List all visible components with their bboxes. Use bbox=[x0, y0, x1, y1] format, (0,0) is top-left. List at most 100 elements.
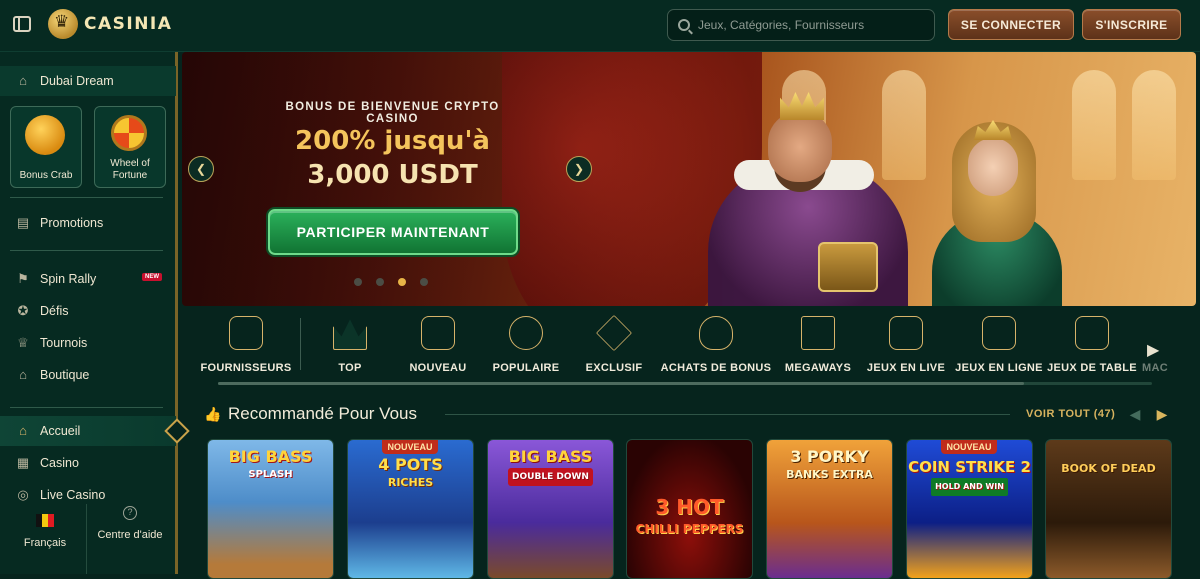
category-nouveau[interactable]: NOUVEAU bbox=[388, 316, 488, 374]
game-card-big-bass-double-down[interactable]: BIG BASS DOUBLE DOWN bbox=[487, 439, 614, 579]
carousel-dot[interactable] bbox=[376, 278, 384, 286]
new-badge: NOUVEAU bbox=[382, 440, 438, 454]
banner-title-line2: 3,000 USDT bbox=[307, 160, 478, 190]
sidebar-item-label: Promotions bbox=[40, 216, 104, 230]
game-card-3-hot-chilli-peppers[interactable]: 3 HOT CHILLI PEPPERS bbox=[626, 439, 753, 579]
language-label: Français bbox=[23, 537, 67, 549]
game-title: 3 HOT bbox=[655, 495, 724, 519]
chevron-right-icon[interactable]: ❯ bbox=[566, 156, 592, 182]
game-subtitle: DOUBLE DOWN bbox=[508, 468, 593, 486]
game-card-big-bass-splash[interactable]: BIG BASS SPLASH bbox=[207, 439, 334, 579]
search-box[interactable] bbox=[667, 9, 935, 41]
new-chest-icon bbox=[421, 316, 455, 350]
category-label: TOP bbox=[338, 362, 362, 374]
sidebar-item-promotions[interactable]: ▤ Promotions bbox=[0, 208, 176, 238]
sidebar-footer: Français ? Centre d'aide bbox=[0, 504, 176, 574]
participate-now-button[interactable]: PARTICIPER MAINTENANT bbox=[268, 209, 518, 255]
category-exclusif[interactable]: EXCLUSIF bbox=[564, 314, 664, 374]
table-cards-icon bbox=[1075, 316, 1109, 350]
crown-logo-icon bbox=[48, 9, 78, 39]
game-card-book-of-dead[interactable]: BOOK OF DEAD bbox=[1045, 439, 1172, 579]
sidebar-item-accueil[interactable]: ⌂ Accueil bbox=[0, 416, 176, 446]
sidebar-item-label: Spin Rally bbox=[40, 272, 97, 286]
divider bbox=[10, 407, 163, 408]
chip-icon bbox=[509, 316, 543, 350]
game-card-3-porky-banks-extra[interactable]: 3 PORKY BANKS EXTRA bbox=[766, 439, 893, 579]
live-cards-icon bbox=[889, 316, 923, 350]
logo[interactable]: CASINIA bbox=[48, 9, 172, 39]
shop-icon: ⌂ bbox=[19, 367, 27, 382]
sidebar-item-label: Casino bbox=[40, 456, 79, 470]
game-card-4-pots-riches[interactable]: NOUVEAU 4 POTS RICHES bbox=[347, 439, 474, 579]
game-title: 4 POTS bbox=[378, 455, 443, 474]
carousel-dot[interactable] bbox=[354, 278, 362, 286]
game-subtitle: BANKS EXTRA bbox=[786, 468, 873, 481]
sidebar-item-label: Boutique bbox=[40, 368, 90, 382]
megaways-icon bbox=[801, 316, 835, 350]
gift-icon: ▤ bbox=[16, 215, 30, 230]
divider bbox=[10, 197, 163, 198]
sidebar-item-casino[interactable]: ▦ Casino bbox=[0, 448, 176, 478]
category-top[interactable]: TOP bbox=[300, 316, 400, 374]
game-subtitle: CHILLI PEPPERS bbox=[635, 522, 744, 536]
game-title: 3 PORKY bbox=[790, 447, 869, 466]
carousel-dot[interactable] bbox=[420, 278, 428, 286]
category-label: MEGAWAYS bbox=[784, 362, 852, 374]
scrollbar-thumb[interactable] bbox=[218, 382, 1024, 385]
sidebar-item-spin-rally[interactable]: ⚑ Spin Rally NEW bbox=[0, 264, 176, 294]
category-jeux-de-table[interactable]: JEUX DE TABLE bbox=[1042, 316, 1142, 374]
sidebar-toggle-icon[interactable] bbox=[13, 16, 31, 32]
top-header: CASINIA SE CONNECTER S'INSCRIRE bbox=[0, 0, 1200, 52]
carousel-dot-active[interactable] bbox=[398, 278, 406, 286]
language-selector[interactable]: Français bbox=[10, 514, 80, 549]
casino-icon: ▦ bbox=[16, 455, 30, 470]
game-title: BOOK OF DEAD bbox=[1061, 462, 1156, 475]
tile-bonus-crab[interactable]: Bonus Crab bbox=[10, 106, 82, 188]
promo-banner[interactable]: BONUS DE BIENVENUE CRYPTO CASINO 200% ju… bbox=[182, 52, 1196, 306]
category-achats-de-bonus[interactable]: ACHATS DE BONUS bbox=[658, 316, 774, 374]
help-label: Centre d'aide bbox=[97, 529, 163, 541]
sidebar-item-defis[interactable]: ✪ Défis bbox=[0, 296, 176, 326]
section-title-text: Recommandé Pour Vous bbox=[228, 404, 417, 423]
divider bbox=[445, 414, 1010, 415]
queen-illustration bbox=[922, 102, 1072, 306]
window-decoration bbox=[1072, 70, 1116, 180]
game-card-coin-strike-2[interactable]: NOUVEAU COIN STRIKE 2 HOLD AND WIN bbox=[906, 439, 1033, 579]
sidebar: ⌂ Dubai Dream Bonus Crab Wheel of Fortun… bbox=[0, 52, 178, 574]
sidebar-item-tournois[interactable]: ♕ Tournois bbox=[0, 328, 176, 358]
thumbs-up-icon: 👍 bbox=[204, 406, 222, 422]
scroll-right-icon[interactable]: ▶ bbox=[1147, 340, 1159, 360]
category-label: JEUX EN LIVE bbox=[866, 362, 946, 374]
help-icon: ? bbox=[123, 506, 137, 520]
scroll-icon bbox=[229, 316, 263, 350]
home-icon: ⌂ bbox=[19, 423, 27, 438]
category-bar: FOURNISSEURS TOP NOUVEAU POPULAIRE EXCLU… bbox=[182, 310, 1196, 390]
chevron-left-icon[interactable]: ❮ bbox=[188, 156, 214, 182]
sidebar-item-boutique[interactable]: ⌂ Boutique bbox=[0, 360, 176, 390]
category-populaire[interactable]: POPULAIRE bbox=[476, 316, 576, 374]
help-center-link[interactable]: ? Centre d'aide bbox=[95, 506, 165, 542]
wheel-icon bbox=[111, 115, 147, 151]
sidebar-item-dubai-dream[interactable]: ⌂ Dubai Dream bbox=[0, 66, 176, 96]
logo-text: CASINIA bbox=[84, 14, 173, 34]
chevron-right-icon[interactable]: ▶ bbox=[1153, 404, 1171, 424]
tile-wheel-of-fortune[interactable]: Wheel of Fortune bbox=[94, 106, 166, 188]
view-all-link[interactable]: VOIR TOUT (47) bbox=[1026, 408, 1115, 420]
banner-eyebrow: BONUS DE BIENVENUE CRYPTO CASINO bbox=[285, 101, 500, 125]
category-fournisseurs[interactable]: FOURNISSEURS bbox=[196, 316, 296, 374]
game-subtitle: RICHES bbox=[387, 476, 434, 489]
signup-button[interactable]: S'INSCRIRE bbox=[1082, 9, 1181, 40]
crab-icon bbox=[25, 115, 65, 155]
category-jeux-en-ligne[interactable]: JEUX EN LIGNE bbox=[947, 316, 1051, 374]
category-label: POPULAIRE bbox=[492, 362, 560, 374]
login-button[interactable]: SE CONNECTER bbox=[948, 9, 1074, 40]
search-input[interactable] bbox=[698, 18, 918, 32]
sidebar-item-label: Accueil bbox=[40, 424, 81, 438]
game-title: BIG BASS bbox=[508, 447, 593, 466]
category-megaways[interactable]: MEGAWAYS bbox=[768, 316, 868, 374]
category-label: FOURNISSEURS bbox=[200, 362, 292, 374]
new-badge: NEW bbox=[142, 273, 162, 281]
category-scrollbar[interactable] bbox=[218, 382, 1152, 385]
category-jeux-en-live[interactable]: JEUX EN LIVE bbox=[856, 316, 956, 374]
chevron-left-icon[interactable]: ◀ bbox=[1126, 404, 1144, 424]
